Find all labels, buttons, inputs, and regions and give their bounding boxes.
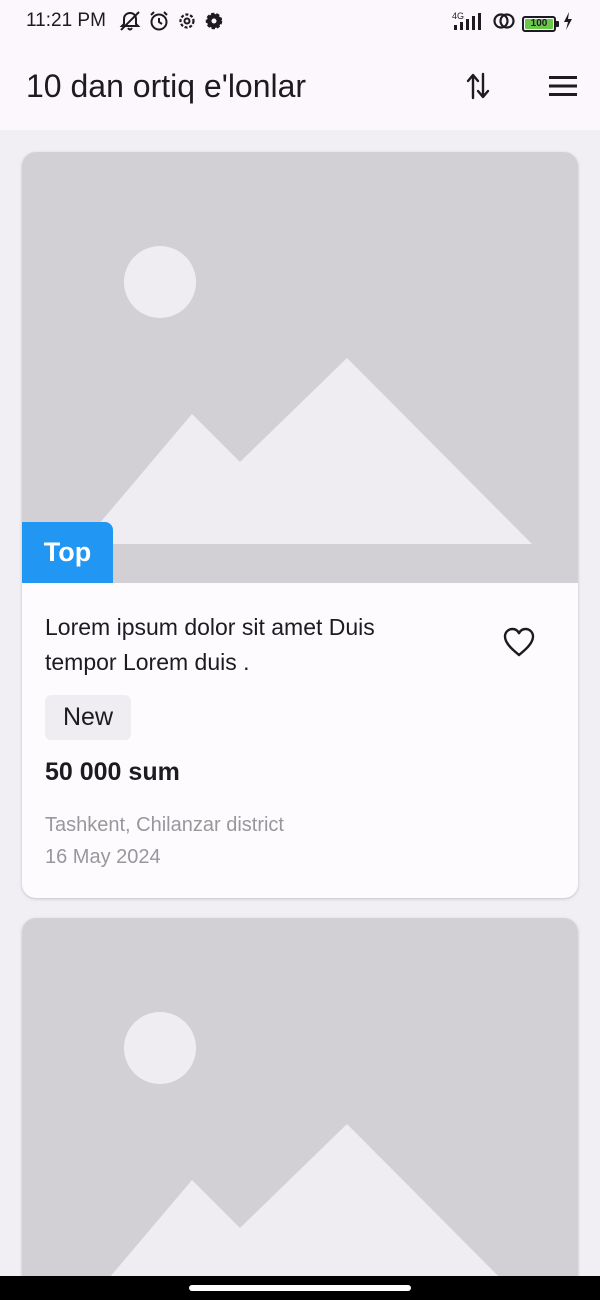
settings-outline-icon (176, 10, 198, 37)
listing-price: 50 000 sum (45, 758, 180, 786)
favorite-button[interactable] (496, 621, 542, 667)
svg-text:4G: 4G (452, 11, 464, 21)
signal-icon: 4G (450, 10, 486, 37)
status-bar: 11:21 PM 4G 100 (0, 0, 600, 44)
status-time: 11:21 PM (26, 10, 106, 31)
settings-icon (204, 11, 224, 36)
listing-image[interactable] (22, 918, 578, 1276)
home-indicator[interactable] (189, 1285, 411, 1291)
hotspot-icon (492, 10, 516, 37)
alarm-icon (148, 10, 170, 37)
listing-image[interactable] (22, 152, 578, 583)
status-left-icons (118, 10, 224, 37)
listing-location: Tashkent, Chilanzar district (45, 814, 284, 836)
listing-date: 16 May 2024 (45, 846, 161, 868)
listing-card[interactable] (22, 918, 578, 1276)
status-right-icons: 4G 100 (450, 10, 574, 37)
top-surface: 11:21 PM 4G 100 10 dan ortiq e'lonlar (0, 0, 600, 130)
charging-icon (562, 11, 574, 36)
bell-off-icon (118, 10, 142, 37)
system-nav-bar (0, 1276, 600, 1300)
listing-card[interactable]: Top Lorem ipsum dolor sit amet Duis temp… (22, 152, 578, 898)
menu-icon (548, 75, 578, 102)
top-badge: Top (22, 522, 113, 583)
page-title: 10 dan ortiq e'lonlar (26, 68, 307, 104)
listing-feed[interactable]: Top Lorem ipsum dolor sit amet Duis temp… (0, 130, 600, 1276)
sort-icon (465, 71, 491, 106)
battery-icon: 100 (522, 15, 559, 32)
heart-outline-icon (502, 626, 536, 663)
listing-title: Lorem ipsum dolor sit amet Duis tempor L… (45, 614, 375, 675)
sort-button[interactable] (456, 66, 500, 110)
app-bar: 10 dan ortiq e'lonlar (0, 44, 600, 130)
condition-chip: New (45, 695, 132, 740)
battery-level: 100 (530, 17, 548, 29)
menu-button[interactable] (540, 66, 586, 110)
